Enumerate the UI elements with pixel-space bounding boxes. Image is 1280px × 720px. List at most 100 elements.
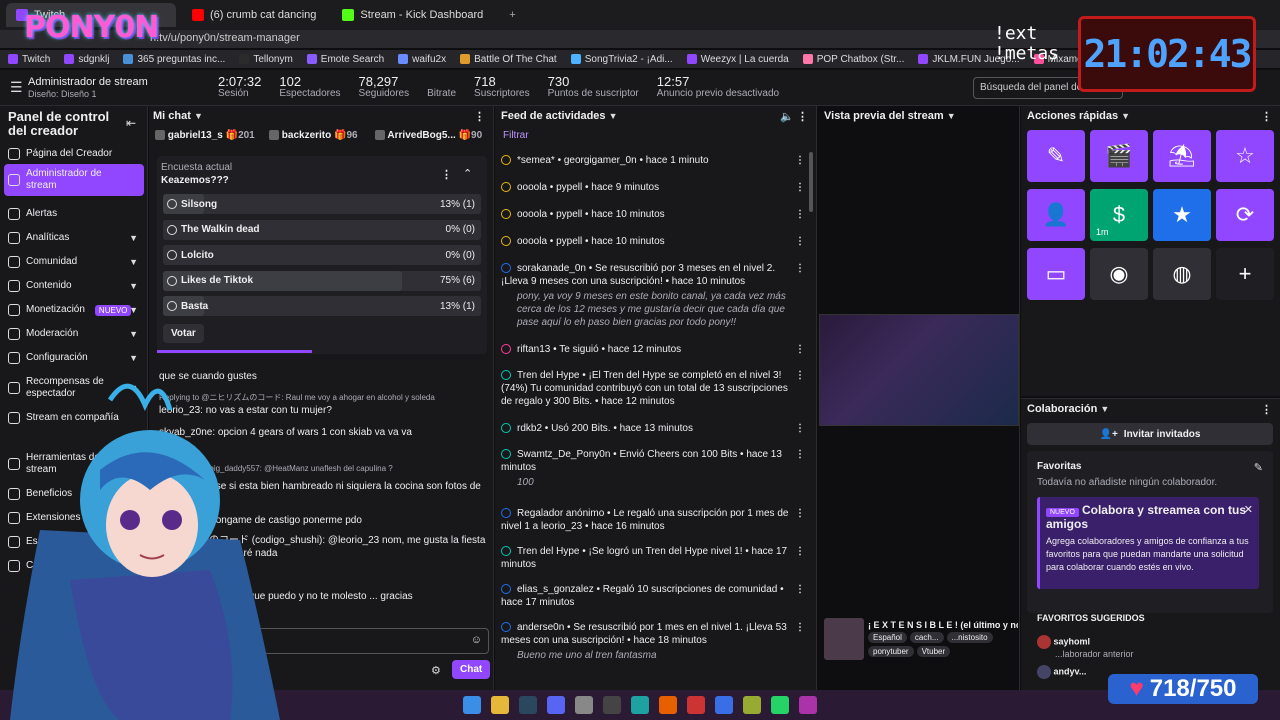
feed-item[interactable]: *semea* • georgigamer_0n • hace 1 minuto… <box>501 154 805 167</box>
feed-item[interactable]: Swamtz_De_Pony0n • Envió Cheers con 100 … <box>501 448 805 489</box>
app-icon[interactable] <box>687 696 705 714</box>
feed-item[interactable]: sorakanade_0n • Se resuscribió por 3 mes… <box>501 262 805 329</box>
sidebar-item-alert[interactable]: Alertas <box>4 204 144 224</box>
feed-item-more-icon[interactable]: ⋮ <box>795 507 805 520</box>
stream-tag[interactable]: ...nistosito <box>946 632 993 643</box>
sidebar-item-money[interactable]: Monetización NUEVO ▼ <box>4 300 144 320</box>
quick-action-discord[interactable]: ◍ <box>1153 248 1211 300</box>
chevron-down-icon[interactable]: ▼ <box>1121 111 1130 121</box>
bookmark-item[interactable]: Emote Search <box>306 54 384 65</box>
poll-option[interactable]: Silsong 13% (1) <box>163 194 481 214</box>
quick-action-pencil[interactable]: ✎ <box>1027 130 1085 182</box>
quick-action-layout[interactable]: ▭ <box>1027 248 1085 300</box>
feed-item-more-icon[interactable]: ⋮ <box>795 583 805 596</box>
emote-picker-icon[interactable]: ☺ <box>471 634 482 646</box>
steam-icon[interactable] <box>519 696 537 714</box>
bookmark-item[interactable]: Twitch <box>8 54 50 65</box>
collapse-sidebar-icon[interactable]: ⇤ <box>126 116 136 130</box>
quick-action-mascot[interactable]: ◉ <box>1090 248 1148 300</box>
stream-tag[interactable]: Español <box>868 632 907 643</box>
bookmark-item[interactable]: Weezyx | La cuerda <box>686 54 789 65</box>
chat-leaderboard-item[interactable]: gabriel13_s 🎁201 <box>155 130 255 141</box>
feed-scrollbar[interactable] <box>809 152 813 212</box>
bookmark-item[interactable]: Battle Of The Chat <box>460 54 557 65</box>
app-icon[interactable] <box>743 696 761 714</box>
feed-item[interactable]: riftan13 • Te siguió • hace 12 minutos ⋮ <box>501 343 805 356</box>
send-chat-button[interactable]: Chat <box>452 660 491 679</box>
feed-item[interactable]: oooola • pypell • hace 10 minutos ⋮ <box>501 208 805 221</box>
chatgpt-icon[interactable] <box>575 696 593 714</box>
feed-item-more-icon[interactable]: ⋮ <box>795 262 805 275</box>
feed-item-more-icon[interactable]: ⋮ <box>795 343 805 356</box>
sidebar-item-gear[interactable]: Configuración ▼ <box>4 348 144 368</box>
chat-leaderboard-item[interactable]: ArrivedBog5... 🎁90 <box>375 130 482 141</box>
quick-action-star-outline[interactable]: ☆ <box>1216 130 1274 182</box>
suggested-item[interactable]: sayhoml ...laborador anterior <box>1037 635 1134 659</box>
feed-item[interactable]: anderse0n • Se resuscribió por 1 mes en … <box>501 621 805 662</box>
feed-item[interactable]: elias_s_gonzalez • Regaló 10 suscripcion… <box>501 583 805 609</box>
poll-option[interactable]: Lolcito 0% (0) <box>163 245 481 265</box>
bookmark-item[interactable]: 365 preguntas inc... <box>123 54 225 65</box>
feed-item-more-icon[interactable]: ⋮ <box>795 235 805 248</box>
sidebar-item-community[interactable]: Comunidad ▼ <box>4 252 144 272</box>
chevron-down-icon[interactable]: ▼ <box>1100 404 1109 414</box>
feed-item[interactable]: Tren del Hype • ¡El Tren del Hype se com… <box>501 369 805 408</box>
feed-item-more-icon[interactable]: ⋮ <box>795 422 805 435</box>
feed-more-icon[interactable]: ⋮ <box>797 110 808 123</box>
quick-action-star[interactable]: ★ <box>1153 189 1211 241</box>
feed-item-more-icon[interactable]: ⋮ <box>795 448 805 461</box>
file-explorer-icon[interactable] <box>491 696 509 714</box>
discord-taskbar-icon[interactable] <box>547 696 565 714</box>
bookmark-item[interactable]: sdgnklj <box>64 54 109 65</box>
close-icon[interactable]: ✕ <box>1244 503 1253 516</box>
stream-tag[interactable]: ponytuber <box>868 646 914 657</box>
sidebar-item-home[interactable]: Página del Creador <box>4 144 144 164</box>
quick-action-add-user[interactable]: 👤 <box>1027 189 1085 241</box>
feed-item[interactable]: Tren del Hype • ¡Se logró un Tren del Hy… <box>501 545 805 571</box>
tab-youtube[interactable]: (6) crumb cat dancing <box>182 3 326 27</box>
chevron-down-icon[interactable]: ▼ <box>194 111 203 121</box>
stream-tag[interactable]: cach... <box>909 632 944 643</box>
feed-item[interactable]: oooola • pypell • hace 10 minutos ⋮ <box>501 235 805 248</box>
chat-leaderboard-item[interactable]: backzerito 🎁96 <box>269 130 358 141</box>
bookmark-item[interactable]: POP Chatbox (Str... <box>802 54 904 65</box>
poll-more-icon[interactable]: ⋮ <box>441 168 452 181</box>
quick-action-clapper[interactable]: 🎬 <box>1090 130 1148 182</box>
bookmark-item[interactable]: Tellonym <box>239 54 293 65</box>
sidebar-item-content[interactable]: Contenido ▼ <box>4 276 144 296</box>
poll-option[interactable]: Basta 13% (1) <box>163 296 481 316</box>
sidebar-item-shield[interactable]: Moderación ▼ <box>4 324 144 344</box>
collab-more-icon[interactable]: ⋮ <box>1261 403 1272 416</box>
poll-option[interactable]: Likes de Tiktok 75% (6) <box>163 270 481 291</box>
suggested-item[interactable]: andyv... <box>1037 665 1086 679</box>
stream-preview-video[interactable] <box>819 314 1019 426</box>
feed-item[interactable]: Regalador anónimo • Le regaló una suscri… <box>501 507 805 533</box>
tab-kick[interactable]: Stream - Kick Dashboard <box>332 3 493 27</box>
poll-collapse-icon[interactable]: ⌃ <box>463 167 472 180</box>
chevron-down-icon[interactable]: ▼ <box>609 111 618 121</box>
chat-more-icon[interactable]: ⋮ <box>474 110 485 123</box>
new-tab-button[interactable]: + <box>499 3 525 27</box>
feed-item-more-icon[interactable]: ⋮ <box>795 181 805 194</box>
sidebar-item-chart[interactable]: Analíticas ▼ <box>4 228 144 248</box>
settings-icon[interactable]: ⚙ <box>431 664 441 677</box>
feed-item-more-icon[interactable]: ⋮ <box>795 154 805 167</box>
feed-item[interactable]: oooola • pypell • hace 9 minutos ⋮ <box>501 181 805 194</box>
feed-item-more-icon[interactable]: ⋮ <box>795 545 805 558</box>
vtube-icon[interactable] <box>715 696 733 714</box>
sidebar-item-broadcast[interactable]: Administrador de stream <box>4 164 144 196</box>
vote-button[interactable]: Votar <box>163 324 204 343</box>
mute-icon[interactable]: 🔈 <box>780 110 794 123</box>
quick-action-add[interactable]: + <box>1216 248 1274 300</box>
poll-option[interactable]: The Walkin dead 0% (0) <box>163 219 481 240</box>
edit-favorites-icon[interactable]: ✎ <box>1254 461 1263 474</box>
feed-item-more-icon[interactable]: ⋮ <box>795 369 805 382</box>
app-icon[interactable] <box>799 696 817 714</box>
menu-icon[interactable]: ☰ <box>0 79 28 96</box>
bookmark-item[interactable]: waifu2x <box>398 54 446 65</box>
obs-icon[interactable] <box>603 696 621 714</box>
feed-item[interactable]: rdkb2 • Usó 200 Bits. • hace 13 minutos ⋮ <box>501 422 805 435</box>
quick-action-money[interactable]: $1m <box>1090 189 1148 241</box>
edge-icon[interactable] <box>631 696 649 714</box>
windows-start-icon[interactable] <box>463 696 481 714</box>
